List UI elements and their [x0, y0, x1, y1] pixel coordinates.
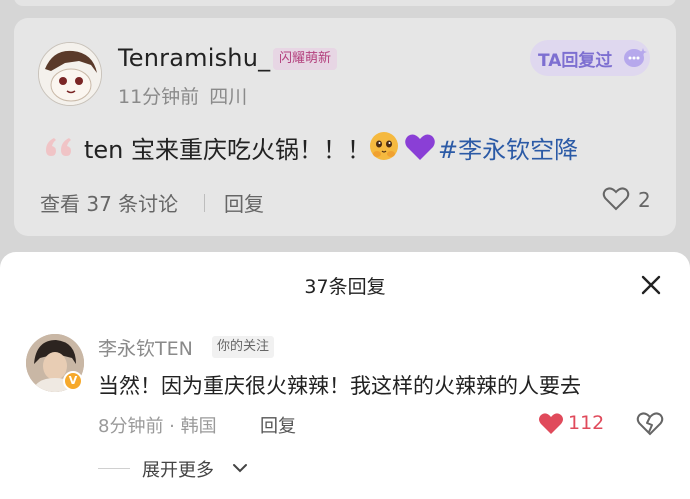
- reply-reply-button[interactable]: 回复: [260, 412, 296, 438]
- previous-card-edge: [14, 0, 676, 6]
- expand-divider: [98, 468, 130, 469]
- replies-sheet-title: 37条回复: [304, 276, 386, 298]
- face-holding-back-tears-emoji-icon: [370, 132, 398, 160]
- reply-username[interactable]: 李永钦TEN: [98, 334, 193, 361]
- reply-meta: 8分钟前 · 韩国: [98, 416, 217, 437]
- view-discussions-link[interactable]: 查看 37 条讨论: [40, 188, 178, 217]
- fan-level-badge: 闪耀萌新: [273, 48, 338, 70]
- avatar-illustration: [39, 43, 101, 105]
- purple-heart-emoji-icon: [405, 134, 435, 160]
- comment-text: ten 宝来重庆吃火锅！！！: [84, 136, 372, 164]
- expand-more-button[interactable]: 展开更多: [142, 456, 214, 482]
- chat-bubble-icon: [624, 48, 647, 67]
- verified-badge: V: [63, 371, 83, 391]
- like-heart-outline-icon[interactable]: [602, 186, 630, 212]
- comment-reply-button[interactable]: 回复: [224, 188, 264, 217]
- reply-like-count: 112: [568, 412, 605, 434]
- chevron-down-icon[interactable]: [232, 462, 248, 474]
- broken-heart-dislike-icon[interactable]: [636, 410, 664, 438]
- hashtag-link[interactable]: #李永钦空降: [438, 130, 578, 165]
- quote-mark-icon: [46, 138, 71, 156]
- ta-replied-badge: TA回复过: [530, 40, 650, 76]
- reply-text: 当然！因为重庆很火辣辣！我这样的火辣辣的人要去: [98, 374, 581, 398]
- comment-location: 四川: [209, 86, 248, 108]
- comment-card: Tenramishu_ 闪耀萌新 TA回复过 11分钟前 四川 ten 宝来重庆…: [14, 18, 676, 236]
- ta-replied-label: TA回复过: [538, 51, 613, 71]
- action-divider: [204, 194, 205, 212]
- comment-time: 11分钟前: [118, 86, 200, 108]
- comment-username[interactable]: Tenramishu_: [118, 44, 270, 72]
- comment-like-count: 2: [638, 188, 651, 212]
- following-tag: 你的关注: [212, 336, 275, 358]
- comment-meta: 11分钟前 四川: [118, 82, 247, 109]
- like-heart-filled-icon[interactable]: [538, 412, 564, 436]
- close-icon[interactable]: [636, 270, 666, 300]
- user-avatar[interactable]: [38, 42, 102, 106]
- replies-sheet: 37条回复 V 李永钦TEN 你的关注 当然！因为重庆很火辣辣！我这样的火辣辣的…: [0, 252, 690, 499]
